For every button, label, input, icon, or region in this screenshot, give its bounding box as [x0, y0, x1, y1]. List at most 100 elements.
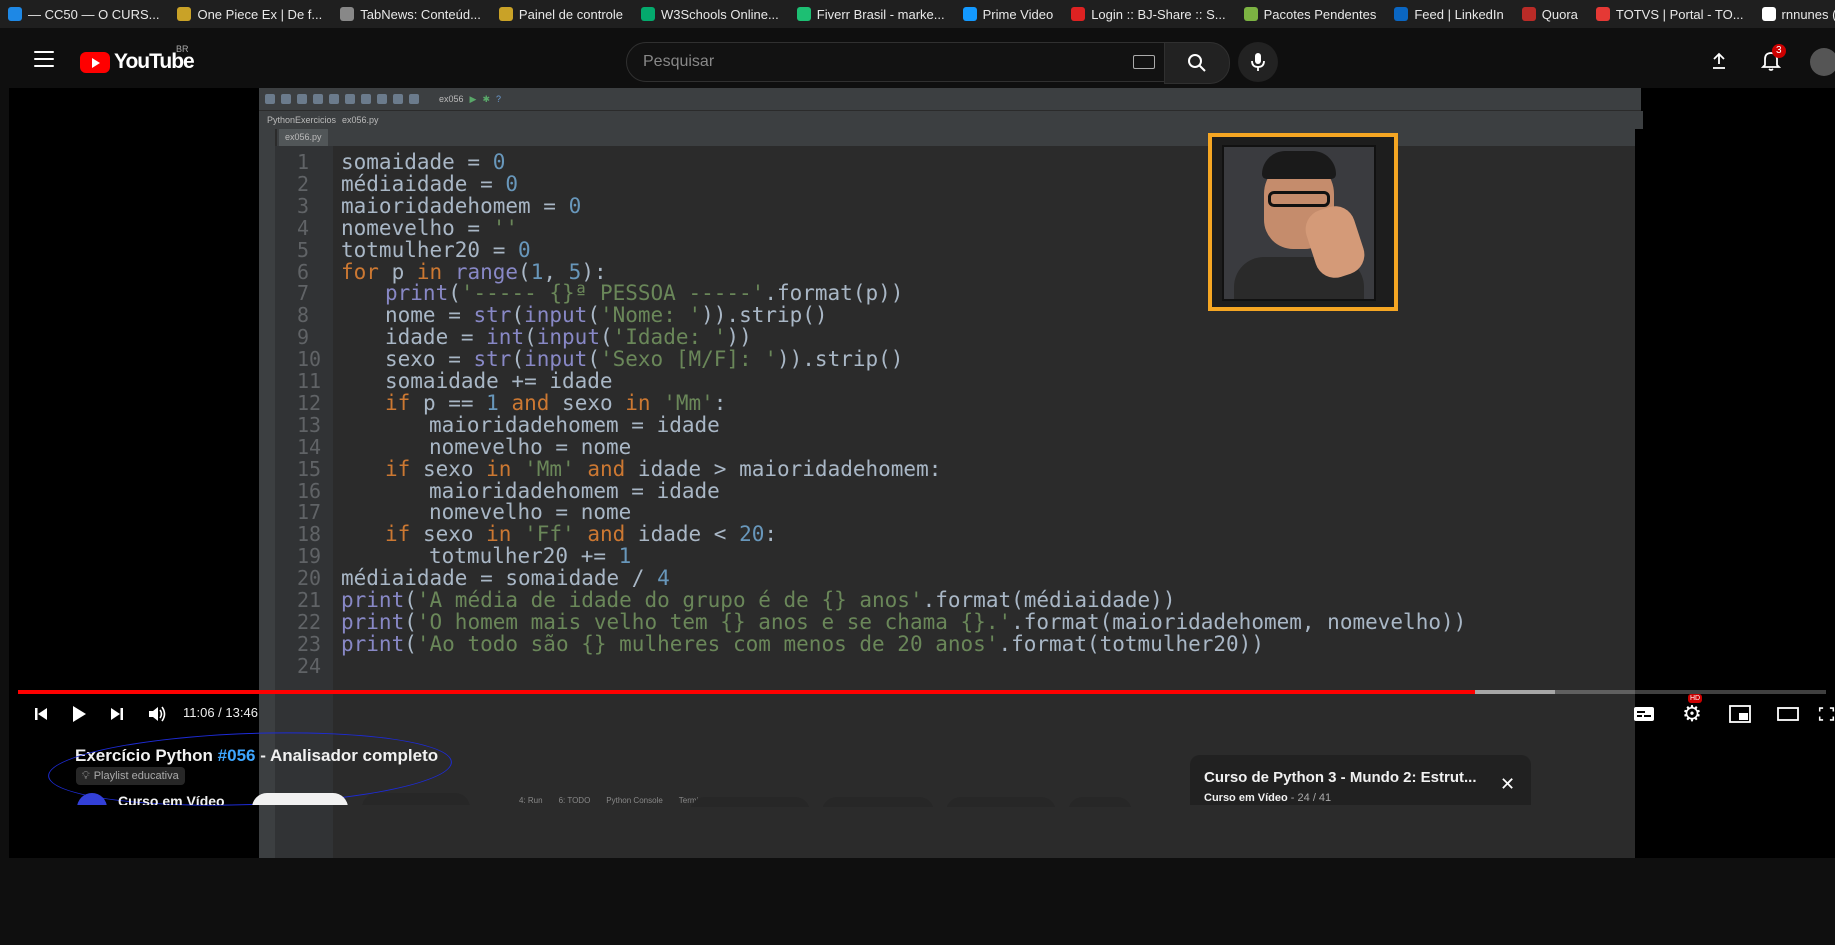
linkedin-icon	[1394, 7, 1409, 21]
playlist-channel[interactable]: Curso em Vídeo	[1204, 792, 1288, 804]
channel-name[interactable]: Curso em Vídeo	[118, 793, 225, 805]
bookmark-item[interactable]: Quora	[1514, 7, 1588, 22]
bookmark-item[interactable]: Pacotes Pendentes	[1236, 7, 1387, 22]
time-display: 11:06 / 13:46	[183, 705, 258, 720]
theater-mode-button[interactable]	[1774, 696, 1802, 732]
search-button[interactable]	[1164, 42, 1230, 84]
playlist-title[interactable]: Curso de Python 3 - Mundo 2: Estrut...	[1204, 769, 1477, 786]
undo-icon	[313, 94, 323, 104]
video-title: Exercício Python #056 - Analisador compl…	[75, 746, 438, 766]
skip-previous-icon	[35, 708, 47, 720]
cut-icon	[345, 94, 355, 104]
bookmark-label: Fiverr Brasil - marke...	[816, 6, 945, 22]
fullscreen-icon	[1818, 707, 1835, 721]
share-button[interactable]	[822, 797, 934, 807]
bookmark-label: One Piece Ex | De f...	[197, 6, 323, 22]
bookmark-item[interactable]: Feed | LinkedIn	[1386, 7, 1513, 22]
help-icon: ?	[496, 94, 502, 104]
hd-badge: HD	[1688, 694, 1703, 703]
bookmark-label: Painel de controle	[518, 6, 623, 22]
bookmark-item[interactable]: One Piece Ex | De f...	[169, 7, 332, 22]
like-button[interactable]	[690, 797, 810, 807]
next-button[interactable]	[104, 696, 130, 732]
fullscreen-button[interactable]	[1818, 696, 1835, 732]
youtube-logo[interactable]: YouTube BR	[80, 44, 195, 74]
debug-icon: ✱	[482, 93, 490, 104]
bookmark-item[interactable]: Painel de controle	[491, 7, 633, 22]
notifications-button[interactable]: 3	[1756, 44, 1786, 76]
bookmark-item[interactable]: TabNews: Conteúd...	[332, 7, 491, 22]
settings-button[interactable]: ⚙ HD	[1678, 694, 1706, 732]
join-button[interactable]	[362, 793, 470, 805]
title-text-suffix: - Analisador completo	[255, 746, 439, 765]
action-buttons-row	[690, 797, 1190, 807]
w3-icon	[641, 7, 655, 21]
youtube-play-icon	[80, 51, 110, 73]
keyboard-icon[interactable]	[1133, 55, 1155, 69]
download-button[interactable]	[946, 797, 1056, 807]
github-icon	[1761, 7, 1776, 21]
country-code: BR	[176, 44, 189, 54]
fiverr-icon	[796, 7, 811, 21]
bookmark-label: rnnunes (Rian Nunes)	[1781, 6, 1835, 22]
voice-search-button[interactable]	[1238, 42, 1278, 82]
playlist-position: - 24 / 41	[1287, 792, 1332, 804]
bookmark-label: TabNews: Conteúd...	[360, 6, 481, 22]
bookmark-item[interactable]: W3Schools Online...	[633, 7, 789, 22]
project-name: PythonExercicios	[267, 115, 337, 125]
channel-avatar[interactable]	[77, 793, 107, 805]
volume-icon	[149, 706, 166, 722]
subscribe-button[interactable]	[252, 793, 348, 805]
sync-icon	[297, 94, 307, 104]
title-hashtag[interactable]: #056	[218, 746, 256, 765]
bookmark-label: Pacotes Pendentes	[1263, 6, 1377, 22]
bookmark-label: Prime Video	[982, 6, 1054, 22]
bookmark-item[interactable]: TOTVS | Portal - TO...	[1588, 7, 1754, 22]
bookmark-label: TOTVS | Portal - TO...	[1615, 6, 1744, 22]
line-number: 24	[297, 653, 322, 678]
bookmarks-bar: — CC50 — O CURS... One Piece Ex | De f...…	[0, 0, 1835, 28]
bookmark-item[interactable]: rnnunes (Rian Nunes)	[1754, 7, 1835, 22]
bookmark-item[interactable]: — CC50 — O CURS...	[0, 7, 169, 22]
search-box	[626, 42, 1166, 82]
video-player[interactable]: ex056 ▶ ✱ ? PythonExercicios ex056.py ex…	[9, 88, 1835, 858]
arrow-icon	[498, 7, 513, 21]
playlist-panel[interactable]: Curso de Python 3 - Mundo 2: Estrut... C…	[1190, 755, 1531, 805]
account-avatar[interactable]	[1810, 48, 1835, 76]
package-icon	[1243, 7, 1258, 21]
skip-next-icon	[111, 708, 123, 720]
upload-button[interactable]	[1706, 48, 1732, 74]
code-editor: somaidade = 0 médiaidade = 0 maioridadehom…	[333, 146, 1635, 858]
previous-button[interactable]	[28, 696, 54, 732]
bookmark-label: W3Schools Online...	[661, 6, 779, 22]
bookmark-item[interactable]: Login :: BJ-Share :: S...	[1063, 7, 1235, 22]
breadcrumb-file: ex056.py	[342, 115, 379, 125]
subtitles-icon	[1634, 707, 1654, 721]
bookmark-item[interactable]: Fiverr Brasil - marke...	[789, 7, 955, 22]
bookmark-label: Feed | LinkedIn	[1414, 6, 1504, 22]
notification-count-badge: 3	[1772, 44, 1786, 58]
open-icon	[265, 94, 275, 104]
volume-button[interactable]	[144, 696, 170, 732]
find-icon	[393, 94, 403, 104]
bookmark-item[interactable]: Prime Video	[955, 7, 1064, 22]
gear-icon: ⚙	[1682, 701, 1702, 726]
playlist-subtitle: Curso em Vídeo - 24 / 41	[1204, 792, 1331, 804]
miniplayer-button[interactable]	[1726, 696, 1754, 732]
editor-tab: ex056.py	[279, 129, 328, 146]
search-input[interactable]	[627, 52, 1133, 72]
subtitles-button[interactable]	[1630, 696, 1658, 732]
upload-icon	[1713, 52, 1725, 69]
webcam-overlay	[1208, 133, 1398, 311]
youtube-header: YouTube BR 3	[0, 28, 1835, 92]
menu-icon[interactable]	[34, 51, 54, 69]
title-text: Exercício Python	[75, 746, 218, 765]
play-button[interactable]	[66, 696, 92, 732]
playlist-chip[interactable]: 💡︎ Playlist educativa	[76, 767, 185, 785]
theater-icon	[1777, 707, 1799, 721]
more-actions-button[interactable]	[1068, 797, 1132, 807]
progress-bar[interactable]	[18, 690, 1826, 694]
close-icon[interactable]: ✕	[1500, 775, 1515, 793]
totvs-icon	[1595, 7, 1610, 21]
channel-row: Curso em Vídeo	[76, 793, 776, 805]
